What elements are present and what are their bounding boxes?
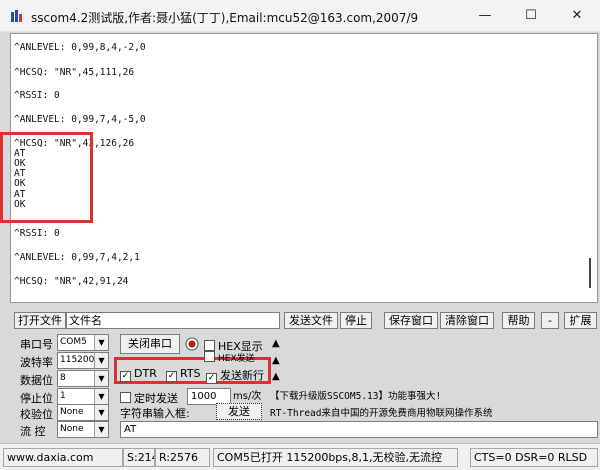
parity-value: None xyxy=(60,407,84,417)
dtr-label: DTR xyxy=(134,367,157,380)
send-button[interactable]: 发送 xyxy=(216,403,262,420)
chevron-down-icon[interactable]: ▼ xyxy=(94,335,108,350)
timed-send-checkbox[interactable]: 定时发送 xyxy=(120,390,178,406)
flow-value: None xyxy=(60,424,84,434)
triangle-up-icon[interactable]: ▲ xyxy=(272,371,280,382)
chevron-down-icon[interactable]: ▼ xyxy=(94,371,108,386)
interval-unit-label: ms/次 xyxy=(233,391,262,402)
stopbits-value: 1 xyxy=(60,391,66,401)
line-signals: CTS=0 DSR=0 RLSD xyxy=(470,448,598,467)
website-link[interactable]: www.daxia.com xyxy=(3,448,123,467)
save-window-button[interactable]: 保存窗口 xyxy=(384,312,438,329)
dtr-checkbox[interactable]: ✓ DTR xyxy=(120,367,157,382)
close-port-button[interactable]: 关闭串口 xyxy=(120,334,180,354)
parity-label: 校验位 xyxy=(20,408,53,421)
output-line: OK xyxy=(14,199,26,210)
rts-label: RTS xyxy=(180,367,201,380)
clear-window-button[interactable]: 清除窗口 xyxy=(440,312,494,329)
send-file-button[interactable]: 发送文件 xyxy=(284,312,338,329)
hex-send-checkbox[interactable]: HEX发送 xyxy=(204,351,255,364)
stopbits-label: 停止位 xyxy=(20,392,53,405)
expand-button[interactable]: 扩展 xyxy=(564,312,597,329)
upgrade-link[interactable]: 【下载升级版SSCOM5.13】功能事强大! xyxy=(270,388,441,402)
collapse-button[interactable]: - xyxy=(541,312,559,329)
received-count: R:2576 xyxy=(155,448,210,467)
chevron-down-icon[interactable]: ▼ xyxy=(94,353,108,368)
minimize-button[interactable]: — xyxy=(462,0,508,32)
string-input-field[interactable]: AT xyxy=(120,421,598,438)
checkbox-box[interactable] xyxy=(120,392,131,403)
databits-label: 数据位 xyxy=(20,374,53,387)
rtthread-ad[interactable]: RT-Thread来自中国的开源免费商用物联网操作系统 xyxy=(270,405,492,419)
file-name-field[interactable]: 文件名 xyxy=(66,312,280,329)
output-line: OK xyxy=(14,178,26,189)
receive-output-area[interactable]: ^ANLEVEL: 0,99,8,4,-2,0 ^HCSQ: "NR",45,1… xyxy=(10,33,598,303)
maximize-button[interactable]: ☐ xyxy=(508,0,554,32)
chevron-down-icon[interactable]: ▼ xyxy=(94,405,108,420)
flow-select[interactable]: None ▼ xyxy=(57,421,109,438)
send-newline-label: 发送新行 xyxy=(220,369,264,382)
baud-value: 115200 xyxy=(60,355,95,365)
flow-label: 流 控 xyxy=(20,425,46,438)
help-button[interactable]: 帮助 xyxy=(502,312,535,329)
port-label: 串口号 xyxy=(20,338,53,351)
output-line: ^ANLEVEL: 0,99,8,4,-2,0 xyxy=(14,42,146,53)
window-title: sscom4.2测试版,作者:聂小猛(丁丁),Email:mcu52@163.c… xyxy=(31,11,419,25)
status-bar: www.daxia.com S:214 R:2576 COM5已打开 11520… xyxy=(0,443,600,470)
output-scroll-indicator xyxy=(589,258,591,288)
databits-select[interactable]: 8 ▼ xyxy=(57,370,109,387)
checkmark-icon[interactable]: ✓ xyxy=(206,373,217,384)
output-line: ^RSSI: 0 xyxy=(14,228,60,239)
open-file-button[interactable]: 打开文件 xyxy=(14,312,66,329)
send-newline-checkbox[interactable]: ✓ 发送新行 xyxy=(206,367,264,384)
stop-button[interactable]: 停止 xyxy=(340,312,372,329)
output-line: ^ANLEVEL: 0,99,7,4,-5,0 xyxy=(14,114,146,125)
checkmark-icon[interactable]: ✓ xyxy=(120,371,131,382)
stopbits-select[interactable]: 1 ▼ xyxy=(57,388,109,405)
output-line: ^ANLEVEL: 0,99,7,4,2,1 xyxy=(14,252,140,263)
app-icon xyxy=(11,10,22,22)
port-value: COM5 xyxy=(60,337,87,347)
checkmark-icon[interactable]: ✓ xyxy=(166,371,177,382)
parity-select[interactable]: None ▼ xyxy=(57,404,109,421)
close-button[interactable]: ✕ xyxy=(554,0,600,32)
title-bar: sscom4.2测试版,作者:聂小猛(丁丁),Email:mcu52@163.c… xyxy=(0,0,600,32)
port-status: COM5已打开 115200bps,8,1,无校验,无流控 xyxy=(213,448,458,467)
triangle-up-icon[interactable]: ▲ xyxy=(272,355,280,366)
databits-value: 8 xyxy=(60,373,66,383)
output-line: ^HCSQ: "NR",45,111,26 xyxy=(14,67,135,78)
baud-label: 波特率 xyxy=(20,356,53,369)
chevron-down-icon[interactable]: ▼ xyxy=(94,389,108,404)
checkbox-box[interactable] xyxy=(204,340,215,351)
output-line: ^HCSQ: "NR",42,91,24 xyxy=(14,276,129,287)
record-icon xyxy=(185,337,199,351)
triangle-up-icon[interactable]: ▲ xyxy=(272,338,280,349)
port-select[interactable]: COM5 ▼ xyxy=(57,334,109,351)
output-line: ^HCSQ: "NR",43,126,26 xyxy=(14,138,135,149)
baud-select[interactable]: 115200 ▼ xyxy=(57,352,109,369)
hex-send-label: HEX发送 xyxy=(218,354,255,364)
sent-count: S:214 xyxy=(123,448,155,467)
string-input-label: 字符串输入框: xyxy=(120,407,190,420)
timed-send-label: 定时发送 xyxy=(134,392,178,405)
checkbox-box[interactable] xyxy=(204,351,215,362)
rts-checkbox[interactable]: ✓ RTS xyxy=(166,367,201,382)
chevron-down-icon[interactable]: ▼ xyxy=(94,422,108,437)
output-line: ^RSSI: 0 xyxy=(14,90,60,101)
